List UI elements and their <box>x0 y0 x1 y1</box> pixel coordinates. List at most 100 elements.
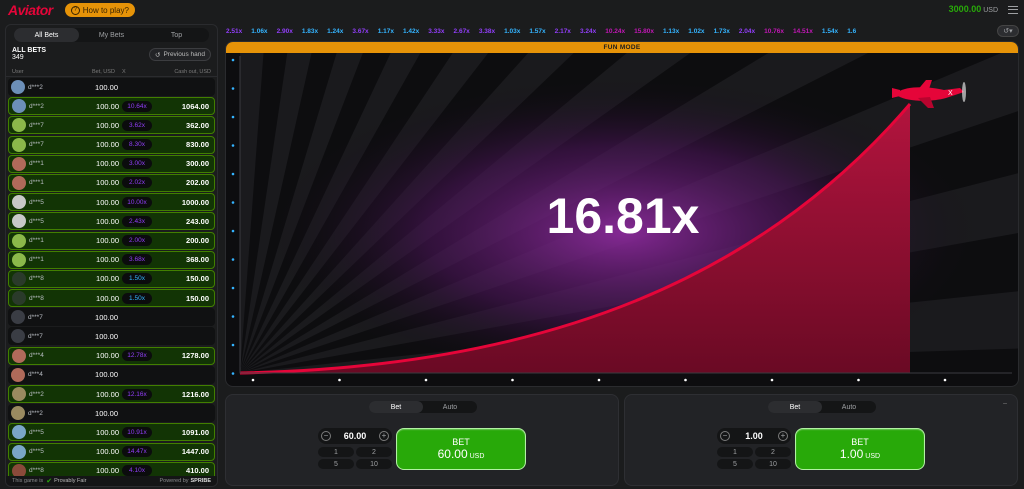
cashout-multiplier: 4.10x <box>122 465 152 477</box>
history-multiplier[interactable]: 1.13x <box>663 28 679 35</box>
history-multiplier[interactable]: 2.90x <box>277 28 293 35</box>
cashout-multiplier: 14.47x <box>122 446 152 458</box>
history-multiplier[interactable]: 3.67x <box>352 28 368 35</box>
history-multiplier[interactable]: 1.83x <box>302 28 318 35</box>
plus-icon[interactable]: + <box>778 431 788 441</box>
avatar <box>12 195 26 210</box>
quick-amount-2[interactable]: 2 <box>356 447 392 457</box>
avatar <box>11 310 25 325</box>
table-row: d***4 100.00 12.78x 1278.00 <box>8 346 215 365</box>
history-multiplier[interactable]: 1.42x <box>403 28 419 35</box>
bet-amount: 100.00 <box>95 82 118 92</box>
this-game-is-label: This game is <box>12 478 44 484</box>
tab-all-bets[interactable]: All Bets <box>14 28 79 42</box>
minus-icon[interactable]: − <box>321 431 331 441</box>
cashout-amount: 830.00 <box>186 140 209 150</box>
history-multiplier[interactable]: 1.17x <box>378 28 394 35</box>
history-multiplier[interactable]: 1.02x <box>688 28 704 35</box>
history-multiplier[interactable]: 1.54x <box>822 28 838 35</box>
avatar <box>11 80 25 94</box>
bet-button[interactable]: BET 60.00 USD <box>396 428 526 470</box>
history-multiplier[interactable]: 1.73x <box>714 28 730 35</box>
history-multiplier[interactable]: 2.17x <box>555 28 571 35</box>
tab-bet[interactable]: Bet <box>369 401 423 413</box>
tab-auto[interactable]: Auto <box>423 401 477 413</box>
history-multiplier[interactable]: 3.38x <box>479 28 495 35</box>
user-name: d***7 <box>29 141 44 149</box>
col-bet: Bet, USD <box>92 68 115 75</box>
quick-amount-2[interactable]: 2 <box>755 447 791 457</box>
x-axis-dot <box>943 378 947 382</box>
history-multiplier[interactable]: 2.67x <box>454 28 470 35</box>
y-axis-dot <box>231 343 235 347</box>
history-multiplier[interactable]: 1.06x <box>251 28 267 35</box>
history-multiplier[interactable]: 2.04x <box>739 28 755 35</box>
bet-button-amount: 1.00 <box>839 447 864 461</box>
bets-list: d***2 100.00 d***2 100.00 10.64x 1064.00 d***7… <box>6 78 217 480</box>
user-name: d***4 <box>28 371 43 379</box>
bet-amount: 100.00 <box>95 312 118 322</box>
history-multiplier[interactable]: 3.24x <box>580 28 596 35</box>
history-icon: ↺ <box>154 51 161 59</box>
previous-hand-button[interactable]: ↺ Previous hand <box>148 48 211 61</box>
quick-amount-5[interactable]: 5 <box>717 459 753 469</box>
avatar <box>12 425 26 440</box>
plus-icon[interactable]: + <box>379 431 389 441</box>
tab-auto[interactable]: Auto <box>822 401 876 413</box>
history-multiplier[interactable]: 14.51x <box>793 28 813 35</box>
history-multiplier[interactable]: 2.51x <box>226 28 242 35</box>
avatar <box>12 137 26 152</box>
quick-amount-10[interactable]: 10 <box>356 459 392 469</box>
history-multiplier[interactable]: 10.24x <box>605 28 625 35</box>
y-axis-dot <box>231 372 235 375</box>
bet-amount-value[interactable]: 1.00 <box>745 431 763 441</box>
how-to-play-label: How to play? <box>82 5 129 15</box>
history-multiplier[interactable]: 1.57x <box>529 28 545 35</box>
balance-currency: USD <box>983 7 998 14</box>
table-row: d***7 100.00 3.62x 362.00 <box>8 116 215 135</box>
x-axis-dot <box>251 378 255 382</box>
avatar <box>12 214 26 229</box>
bet-amount: 100.00 <box>96 447 119 457</box>
tab-top[interactable]: Top <box>144 28 209 42</box>
shield-check-icon: ✔ <box>46 478 53 485</box>
history-multiplier[interactable]: 1.03x <box>504 28 520 35</box>
menu-icon[interactable] <box>1008 6 1018 14</box>
quick-amount-1[interactable]: 1 <box>318 447 354 457</box>
user-name: d***8 <box>29 294 44 302</box>
minus-icon[interactable]: − <box>720 431 730 441</box>
x-axis-dot <box>511 378 514 382</box>
aviator-logo[interactable]: Aviator <box>8 2 53 18</box>
y-axis-dot <box>231 58 235 62</box>
remove-panel-icon[interactable]: − <box>999 399 1011 408</box>
bet-amount-value[interactable]: 60.00 <box>344 431 367 441</box>
history-multiplier[interactable]: 1.24x <box>327 28 343 35</box>
history-multiplier[interactable]: 10.76x <box>764 28 784 35</box>
cashout-amount: 150.00 <box>186 293 209 303</box>
user-name: d***1 <box>29 237 44 244</box>
table-row: d***5 100.00 10.91x 1091.00 <box>8 423 215 442</box>
history-multiplier[interactable]: 3.33x <box>428 28 444 35</box>
bet-amount-stepper: − 1.00 + <box>717 428 791 444</box>
quick-amount-5[interactable]: 5 <box>318 459 354 469</box>
tab-bet[interactable]: Bet <box>768 401 822 413</box>
bet-button[interactable]: BET 1.00 USD <box>795 428 925 470</box>
x-axis-dot <box>424 378 428 382</box>
table-row: d***5 100.00 14.47x 1447.00 <box>8 442 215 461</box>
cashout-multiplier: 12.78x <box>122 350 152 362</box>
quick-amount-10[interactable]: 10 <box>755 459 791 469</box>
quick-amounts: 1 2 5 10 <box>318 447 392 469</box>
tab-my-bets[interactable]: My Bets <box>79 28 144 42</box>
y-axis-dot <box>231 286 235 290</box>
history-toggle-button[interactable]: ↺▾ <box>997 25 1019 37</box>
how-to-play-button[interactable]: ? How to play? <box>64 3 135 17</box>
bet-amount: 100.00 <box>96 466 119 476</box>
provably-fair-link[interactable]: ✔ Provably Fair <box>46 477 86 485</box>
history-multiplier[interactable]: 15.80x <box>634 28 654 35</box>
history-multiplier[interactable]: 1.6 <box>847 28 856 35</box>
user-name: d***2 <box>29 390 44 398</box>
quick-amount-1[interactable]: 1 <box>717 447 753 457</box>
cashout-multiplier: 10.00x <box>122 196 152 208</box>
fun-mode-banner: FUN MODE <box>226 42 1018 53</box>
bet-button-amount: 60.00 <box>437 447 468 461</box>
